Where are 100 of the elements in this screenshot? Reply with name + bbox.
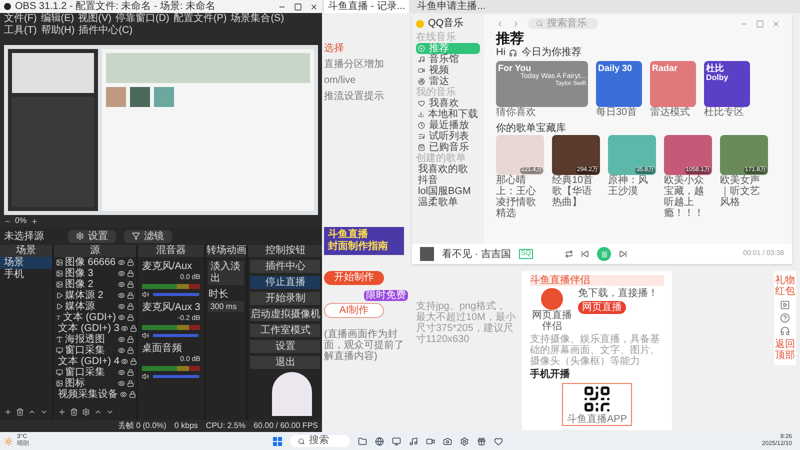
visibility-icon[interactable] — [118, 292, 125, 299]
repeat-icon[interactable] — [565, 250, 574, 258]
taskbar-app-icon[interactable] — [375, 436, 384, 446]
taskbar-app-icon[interactable] — [443, 436, 452, 446]
down-icon[interactable] — [40, 408, 48, 416]
lock-icon[interactable] — [127, 369, 134, 376]
nav-item[interactable]: 本地和下载 — [416, 109, 480, 120]
down-icon[interactable] — [106, 408, 114, 416]
menu-item[interactable]: 帮助(H) — [40, 25, 75, 37]
visibility-icon[interactable] — [121, 325, 128, 332]
nav-item[interactable]: 温柔歌单 — [416, 197, 480, 208]
toolbar-button[interactable]: 滤镜 — [124, 230, 172, 242]
visibility-icon[interactable] — [118, 259, 125, 266]
source-item[interactable]: 海报透图 — [65, 334, 105, 345]
source-item[interactable]: 图像 66666 — [65, 257, 116, 268]
lock-icon[interactable] — [127, 270, 134, 277]
source-item[interactable]: 文本 (GDI+) 3 — [58, 323, 120, 334]
lock-icon[interactable] — [129, 391, 136, 398]
visibility-icon[interactable] — [118, 270, 125, 277]
help-icon[interactable] — [780, 313, 790, 323]
visibility-icon[interactable] — [121, 358, 128, 365]
lock-icon[interactable] — [127, 380, 134, 387]
source-item[interactable]: 图标 — [65, 378, 85, 389]
nav-item[interactable]: 我喜欢 — [416, 98, 480, 109]
control-button[interactable]: 工作室模式 — [250, 324, 320, 337]
taskbar-app-icon[interactable] — [477, 436, 486, 446]
lock-icon[interactable] — [127, 314, 134, 321]
lock-icon[interactable] — [127, 336, 134, 343]
web-live-button[interactable]: 网页直播 — [578, 301, 626, 314]
control-button[interactable]: 启动虚拟摄像机 — [250, 308, 320, 321]
duration-field[interactable]: 300 ms — [208, 301, 244, 312]
source-item[interactable]: 图像 2 — [65, 279, 94, 290]
video-icon[interactable] — [780, 300, 790, 310]
taskbar-app-icon[interactable] — [494, 436, 503, 446]
browser-tab[interactable]: 斗鱼申请主播... — [413, 0, 490, 13]
speaker-icon[interactable] — [142, 332, 149, 339]
forward-icon[interactable] — [512, 20, 520, 28]
nav-item[interactable]: 我喜欢的歌 — [416, 164, 480, 175]
taskbar-app-icon[interactable] — [460, 436, 469, 446]
lock-icon[interactable] — [130, 358, 138, 365]
taskbar-app-icon[interactable] — [409, 436, 418, 446]
nav-item[interactable]: 最近播放 — [416, 120, 480, 131]
delete-icon[interactable] — [70, 408, 78, 416]
menu-item[interactable]: 编辑(E) — [40, 13, 74, 25]
lock-icon[interactable] — [130, 325, 138, 332]
toolbar-link[interactable]: 礼物红包 — [774, 275, 796, 297]
source-item[interactable]: 图像 3 — [65, 268, 94, 279]
lock-icon[interactable] — [127, 292, 134, 299]
transition-select[interactable]: 淡入淡出 — [208, 261, 244, 285]
control-button[interactable]: 停止直播 — [250, 276, 320, 289]
control-button[interactable]: 插件中心 — [250, 260, 320, 273]
scene-item[interactable]: 场景 — [0, 257, 52, 269]
visibility-icon[interactable] — [120, 391, 127, 398]
browser-tab[interactable]: 斗鱼直播 - 记录... — [324, 0, 410, 13]
add-icon[interactable] — [4, 408, 12, 416]
visibility-icon[interactable] — [118, 347, 125, 354]
source-item[interactable]: 文本 (GDI+) — [62, 312, 116, 323]
visibility-icon[interactable] — [118, 336, 125, 343]
nav-item[interactable]: 音乐馆 — [416, 54, 480, 65]
taskbar-app-icon[interactable] — [426, 436, 435, 446]
visibility-icon[interactable] — [118, 314, 125, 321]
taskbar-app-icon[interactable] — [392, 436, 401, 446]
visibility-icon[interactable] — [118, 380, 125, 387]
back-icon[interactable] — [496, 20, 504, 28]
lock-icon[interactable] — [127, 259, 134, 266]
add-icon[interactable] — [58, 408, 66, 416]
control-button[interactable]: 退出 — [250, 356, 320, 369]
source-item[interactable]: 媒体源 2 — [65, 290, 104, 301]
visibility-icon[interactable] — [118, 281, 125, 288]
settings-icon[interactable] — [82, 408, 90, 416]
nav-item[interactable]: 已购音乐 — [416, 142, 480, 153]
featured-card[interactable]: 杜比 Dolby — [704, 61, 750, 107]
close-icon[interactable] — [310, 2, 318, 10]
toolbar-button[interactable]: 设置 — [68, 230, 116, 242]
featured-card[interactable]: Daily 30 — [596, 61, 642, 107]
up-icon[interactable] — [94, 408, 102, 416]
source-item[interactable]: 文本 (GDI+) 4 — [58, 356, 120, 367]
control-button[interactable]: 开始录制 — [250, 292, 320, 305]
maximize-icon[interactable] — [294, 2, 302, 10]
headset-icon[interactable] — [780, 326, 790, 336]
toolbar-link[interactable]: 返回顶部 — [774, 339, 796, 361]
start-icon[interactable] — [273, 436, 282, 446]
ai-button[interactable]: AI制作 — [324, 303, 384, 318]
visibility-icon[interactable] — [118, 369, 125, 376]
menu-item[interactable]: 文件(F) — [4, 13, 37, 25]
speaker-icon[interactable] — [142, 373, 149, 380]
start-button[interactable]: 开始制作 — [324, 271, 384, 285]
menu-item[interactable]: 视图(V) — [78, 13, 112, 25]
next-icon[interactable] — [619, 250, 628, 258]
menu-item[interactable]: 停靠窗口(D) — [115, 13, 170, 25]
previous-icon[interactable] — [581, 250, 590, 258]
menu-item[interactable]: 配置文件(P) — [173, 13, 227, 25]
nav-item[interactable]: lol国服BGM — [416, 186, 480, 197]
menu-item[interactable]: 场景集合(S) — [230, 13, 284, 25]
lock-icon[interactable] — [127, 347, 134, 354]
lock-icon[interactable] — [127, 303, 134, 310]
up-icon[interactable] — [28, 408, 36, 416]
menu-item[interactable]: 工具(T) — [4, 25, 37, 37]
zoom-in-icon[interactable] — [30, 218, 38, 224]
taskbar-app-icon[interactable] — [358, 436, 367, 446]
